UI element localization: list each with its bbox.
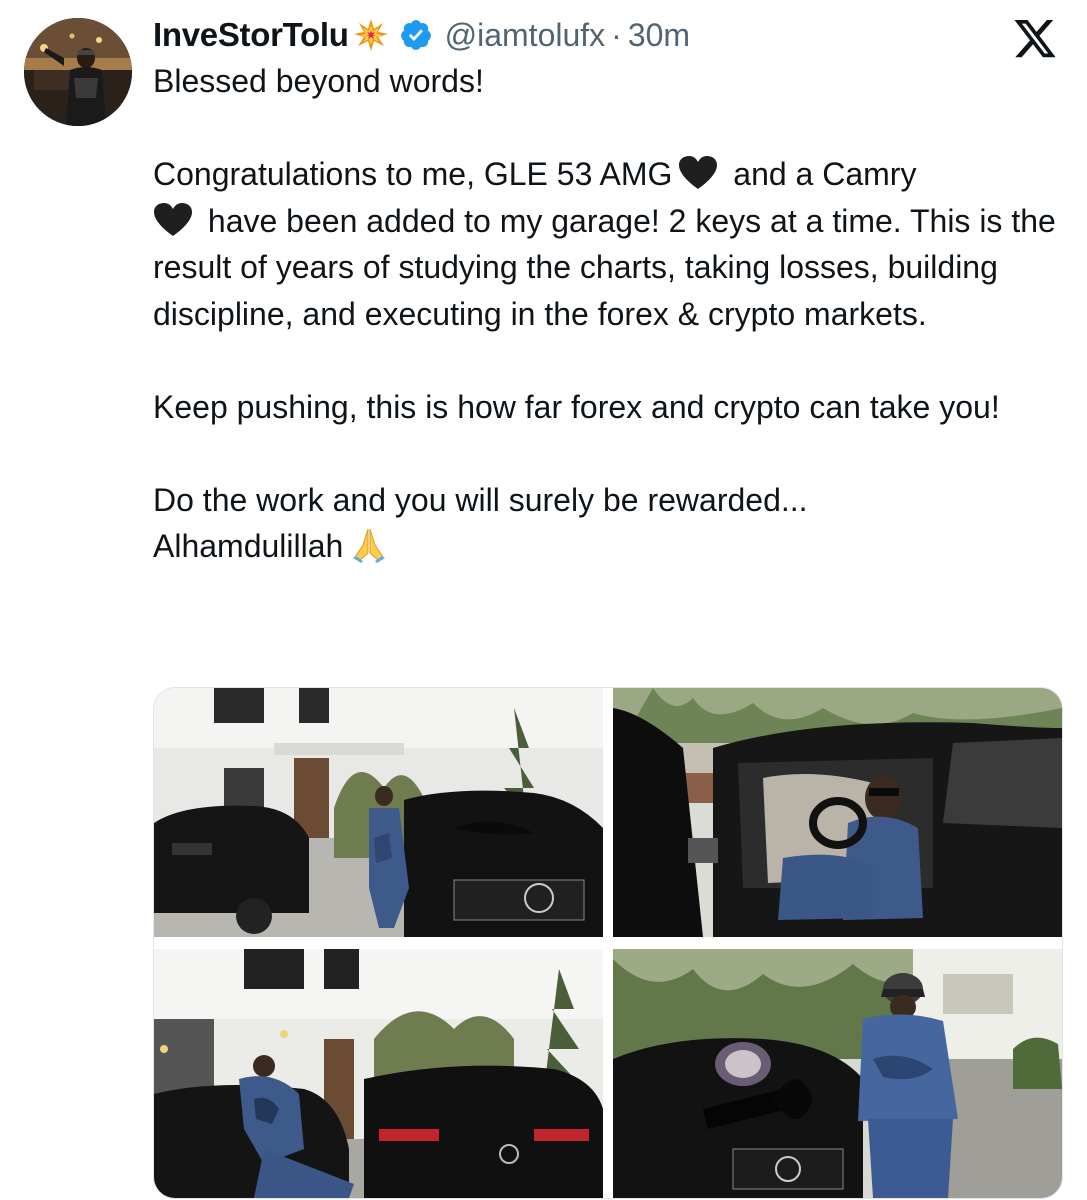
photo-man-leaning-on-suv-icon	[154, 949, 603, 1198]
tweet-line-1: Blessed beyond words!	[153, 63, 484, 99]
tweet-header: InveStorTolu @iamtolufx · 30m	[153, 14, 690, 56]
black-heart-icon	[678, 155, 718, 191]
black-heart-icon	[153, 202, 193, 238]
tweet-paragraph-4-line-1: Do the work and you will surely be rewar…	[153, 481, 808, 518]
tweet-text-segment: and a Camry	[733, 156, 917, 192]
avatar-photo-icon	[24, 18, 132, 126]
photo-man-beside-car-with-bow-icon	[613, 949, 1062, 1198]
photo-man-in-car-driver-seat-icon	[613, 688, 1062, 937]
media-grid	[153, 687, 1063, 1199]
photo-man-with-cars-at-house-icon	[154, 688, 603, 937]
media-photo-1[interactable]	[154, 688, 603, 937]
tweet-text: Blessed beyond words! Congratulations to…	[153, 58, 1073, 570]
media-photo-4[interactable]	[613, 949, 1062, 1198]
tweet-paragraph-3: Keep pushing, this is how far forex and …	[153, 388, 1000, 425]
timestamp[interactable]: 30m	[628, 17, 690, 54]
separator-dot: ·	[611, 16, 622, 53]
collision-spark-icon	[353, 17, 389, 53]
x-logo-icon[interactable]	[1012, 20, 1058, 62]
verified-badge-icon[interactable]	[399, 18, 433, 52]
media-photo-2[interactable]	[613, 688, 1062, 937]
media-photo-3[interactable]	[154, 949, 603, 1198]
folded-hands-icon	[349, 525, 389, 565]
tweet-text-segment: Alhamdulillah	[153, 528, 344, 564]
tweet-text-segment: Congratulations to me, GLE 53 AMG	[153, 156, 673, 192]
author-handle[interactable]: @iamtolufx	[445, 17, 606, 54]
tweet-paragraph-4-line-2: Alhamdulillah	[153, 523, 1073, 570]
display-name[interactable]: InveStorTolu	[153, 16, 349, 54]
tweet-text-segment: have been added to my garage! 2 keys at …	[153, 202, 1056, 332]
avatar[interactable]	[24, 18, 132, 126]
tweet-paragraph-2: Congratulations to me, GLE 53 AMG and a …	[153, 151, 1073, 337]
